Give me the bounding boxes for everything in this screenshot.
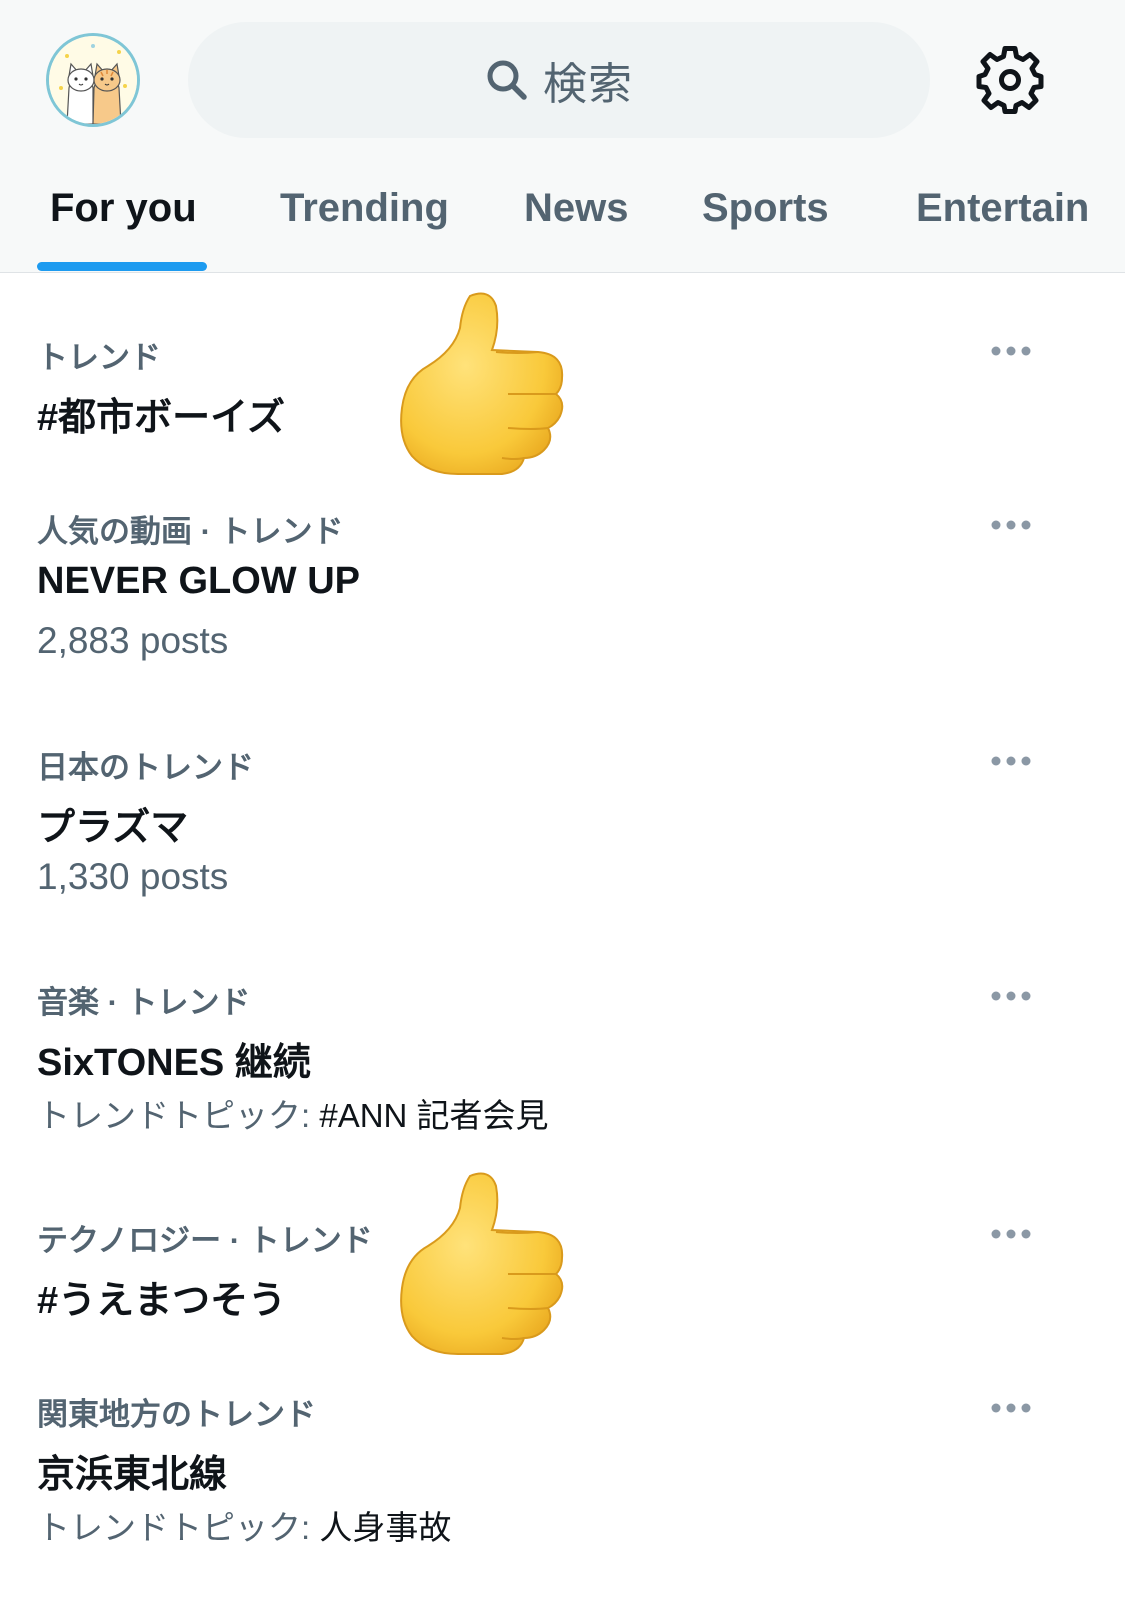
more-options-icon[interactable] — [990, 1401, 1032, 1415]
avatar[interactable] — [46, 33, 140, 127]
explore-tabs: For you Trending News Sports Entertain — [0, 180, 1125, 272]
tab-trending[interactable]: Trending — [280, 180, 449, 272]
trend-item[interactable]: 人気の動画 · トレンド NEVER GLOW UP 2,883 posts — [0, 502, 1125, 682]
trend-title: SixTONES 継続 — [37, 1042, 311, 1084]
trend-meta: テクノロジー · トレンド — [37, 1223, 373, 1258]
trend-topic-line: トレンドトピック: 人身事故 — [37, 1501, 451, 1549]
gear-icon[interactable] — [976, 46, 1044, 114]
trend-post-count: 2,883 posts — [37, 620, 229, 661]
trend-meta: 日本のトレンド — [37, 750, 254, 785]
trend-meta: 関東地方のトレンド — [37, 1397, 316, 1432]
more-options-icon[interactable] — [990, 989, 1032, 1003]
active-tab-indicator — [37, 262, 207, 271]
search-placeholder: 検索 — [543, 60, 633, 109]
more-options-icon[interactable] — [990, 1227, 1032, 1241]
trend-topic-label: トレンドトピック: — [37, 1509, 320, 1546]
more-options-icon[interactable] — [990, 518, 1032, 532]
thumbs-up-emoji — [400, 1172, 564, 1355]
trend-topic-label: トレンドトピック: — [37, 1097, 320, 1134]
trend-title: 京浜東北線 — [37, 1454, 228, 1496]
trend-item[interactable]: 関東地方のトレンド 京浜東北線 トレンドトピック: 人身事故 — [0, 1385, 1125, 1565]
trend-topic-line: トレンドトピック: #ANN 記者会見 — [37, 1089, 549, 1137]
more-options-icon[interactable] — [990, 754, 1032, 768]
avatar-cats-image — [49, 36, 137, 124]
trend-title: #うえまつそう — [37, 1280, 287, 1322]
search-bar[interactable]: 検索 — [188, 22, 930, 138]
trend-item[interactable]: 音楽 · トレンド SixTONES 継続 トレンドトピック: #ANN 記者会… — [0, 973, 1125, 1153]
tab-entertainment[interactable]: Entertain — [916, 180, 1089, 272]
trend-item[interactable]: 日本のトレンド プラズマ 1,330 posts — [0, 738, 1125, 918]
trend-topic[interactable]: 人身事故 — [319, 1509, 451, 1546]
top-bar: 検索 For you Trending News Sports Entertai… — [0, 0, 1125, 273]
search-icon — [487, 60, 527, 100]
more-options-icon[interactable] — [990, 344, 1032, 358]
trend-topic[interactable]: #ANN 記者会見 — [319, 1097, 548, 1134]
tab-sports[interactable]: Sports — [702, 180, 829, 272]
trend-title: #都市ボーイズ — [37, 397, 285, 439]
thumbs-up-emoji — [400, 292, 564, 475]
trend-title: プラズマ — [37, 807, 189, 849]
trend-meta: 音楽 · トレンド — [37, 985, 251, 1020]
trend-meta: トレンド — [37, 340, 161, 375]
tab-news[interactable]: News — [524, 180, 629, 272]
trend-meta: 人気の動画 · トレンド — [37, 514, 344, 549]
tab-for-you[interactable]: For you — [50, 180, 197, 272]
trend-title: NEVER GLOW UP — [37, 560, 361, 602]
trend-post-count: 1,330 posts — [37, 856, 229, 897]
